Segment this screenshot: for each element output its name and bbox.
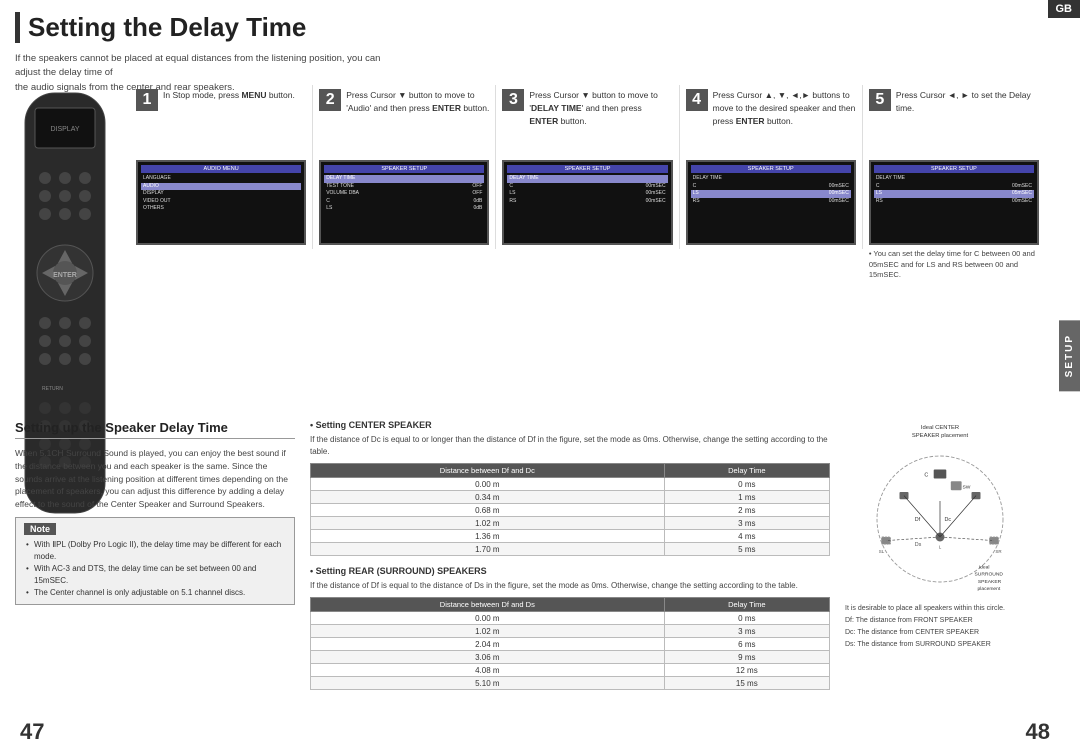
rear-speaker-section: Setting REAR (SURROUND) SPEAKERS If the … [310,566,830,690]
table-row: 1.02 m3 ms [311,625,830,638]
rear-speaker-table: Distance between Df and Ds Delay Time 0.… [310,597,830,690]
steps-container: 1 In Stop mode, press MENU button. AUDIO… [130,85,1045,285]
step-5-screen: SPEAKER SETUP DELAY TIME C00mSEC LS05mSE… [869,160,1039,245]
step-2-screen: SPEAKER SETUP DELAY TIME TEST TONEOFF VO… [319,160,489,245]
page-title: Setting the Delay Time [15,12,306,43]
step-4: 4 Press Cursor ▲, ▼, ◄,► buttons to move… [680,85,863,249]
svg-text:Ideal: Ideal [979,565,990,571]
svg-text:SURROUND: SURROUND [974,572,1003,578]
note-box: Note With ⅡPL (Dolby Pro Logic II), the … [15,517,295,605]
note-item-3: The Center channel is only adjustable on… [24,587,286,599]
note-item-2: With AC-3 and DTS, the delay time can be… [24,563,286,587]
step-3-screen: SPEAKER SETUP DELAY TIME C00mSEC LS00mSE… [502,160,672,245]
note-title: Note [24,523,56,535]
step-1-number: 1 [136,89,158,111]
svg-text:DISPLAY: DISPLAY [50,126,79,133]
step-4-screen: SPEAKER SETUP DELAY TIME C00mSEC LS00mSE… [686,160,856,245]
svg-text:SPEAKER: SPEAKER [978,579,1002,585]
svg-text:Df: Df [915,517,921,523]
center-speaker-desc: If the distance of Dc is equal to or lon… [310,434,830,458]
speaker-diagram-section: Ideal CENTER SPEAKER placement L C SW SL… [845,420,1045,718]
step-4-number: 4 [686,89,708,111]
svg-text:SL: SL [879,549,885,554]
center-col-1: Distance between Df and Dc [311,464,665,478]
center-speaker-section: Setting CENTER SPEAKER If the distance o… [310,420,830,556]
table-row: 0.34 m1 ms [311,491,830,504]
page-number-left: 47 [20,719,44,745]
rear-speaker-desc: If the distance of Df is equal to the di… [310,580,830,592]
svg-text:placement: placement [978,586,1001,592]
diagram-note: It is desirable to place all speakers wi… [845,603,1045,651]
diagram-label-1: Df: The distance from FRONT SPEAKER [845,615,1045,627]
step-1-screen: AUDIO MENU LANGUAGE AUDIO DISPLAY VIDEO … [136,160,306,245]
rear-col-1: Distance between Df and Ds [311,598,665,612]
svg-text:L: L [939,545,942,550]
table-row: 2.04 m6 ms [311,638,830,651]
table-row: 0.00 m0 ms [311,612,830,625]
page-number-right: 48 [1026,719,1050,745]
center-speaker-table: Distance between Df and Dc Delay Time 0.… [310,463,830,556]
rear-speaker-title: Setting REAR (SURROUND) SPEAKERS [310,566,830,576]
setup-sidebar: SETUP [1059,320,1080,391]
svg-text:C: C [924,473,928,479]
step-4-text: Press Cursor ▲, ▼, ◄,► buttons to move t… [713,89,856,127]
svg-text:SR: SR [995,549,1002,554]
step-1: 1 In Stop mode, press MENU button. AUDIO… [130,85,313,249]
svg-text:RETURN: RETURN [42,386,63,392]
svg-text:Ds: Ds [915,542,922,548]
table-row: 5.10 m15 ms [311,677,830,690]
step-1-text: In Stop mode, press MENU button. [163,89,295,102]
note-list: With ⅡPL (Dolby Pro Logic II), the delay… [24,539,286,599]
svg-text:Dc: Dc [945,517,952,523]
bottom-left: Setting up the Speaker Delay Time When 5… [15,420,295,718]
note-item-1: With ⅡPL (Dolby Pro Logic II), the delay… [24,539,286,563]
svg-text:SPEAKER placement: SPEAKER placement [912,433,969,439]
table-row: 1.70 m5 ms [311,543,830,556]
center-col-2: Delay Time [664,464,829,478]
bottom-middle: Setting CENTER SPEAKER If the distance o… [310,420,830,718]
bottom-intro: When 5.1CH Surround Sound is played, you… [15,447,295,511]
diagram-label-3: Ds: The distance from SURROUND SPEAKER [845,639,1045,651]
gb-badge: GB [1048,0,1080,18]
center-speaker-title: Setting CENTER SPEAKER [310,420,830,430]
step-5: 5 Press Cursor ◄, ► to set the Delay tim… [863,85,1045,285]
step-3: 3 Press Cursor ▼ button to move to 'DELA… [496,85,679,249]
table-row: 0.68 m2 ms [311,504,830,517]
diagram-circle-note: It is desirable to place all speakers wi… [845,603,1045,615]
bottom-section: Setting up the Speaker Delay Time When 5… [15,420,1045,718]
diagram-label-2: Dc: The distance from CENTER SPEAKER [845,627,1045,639]
table-row: 1.36 m4 ms [311,530,830,543]
table-row: 3.06 m9 ms [311,651,830,664]
svg-text:SW: SW [963,484,971,490]
step-5-note: • You can set the delay time for C betwe… [869,249,1039,281]
step-2-number: 2 [319,89,341,111]
rear-col-2: Delay Time [664,598,829,612]
step-2: 2 Press Cursor ▼ button to move to 'Audi… [313,85,496,249]
step-3-number: 3 [502,89,524,111]
svg-text:Ideal CENTER: Ideal CENTER [921,425,959,431]
table-row: 4.08 m12 ms [311,664,830,677]
step-3-text: Press Cursor ▼ button to move to 'DELAY … [529,89,672,127]
step-5-number: 5 [869,89,891,111]
svg-text:ENTER: ENTER [53,272,77,279]
table-row: 1.02 m3 ms [311,517,830,530]
step-5-text: Press Cursor ◄, ► to set the Delay time. [896,89,1039,115]
table-row: 0.00 m0 ms [311,478,830,491]
bottom-title: Setting up the Speaker Delay Time [15,420,295,439]
step-2-text: Press Cursor ▼ button to move to 'Audio'… [346,89,489,115]
